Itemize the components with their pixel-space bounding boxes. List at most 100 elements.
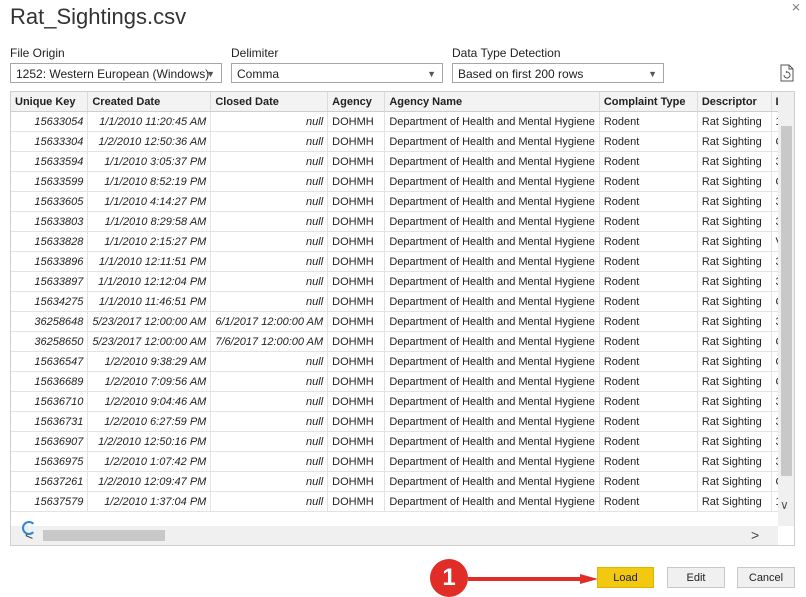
- delimiter-select[interactable]: Comma ▼: [231, 63, 443, 83]
- close-icon[interactable]: ⨯: [791, 0, 805, 14]
- table-cell: Department of Health and Mental Hygiene: [384, 251, 600, 272]
- table-row[interactable]: 15636689 1/2/2010 7:09:56 AM null DOHMH Depa…: [11, 371, 794, 392]
- horizontal-scroll-thumb[interactable]: [43, 530, 165, 541]
- table-cell: Department of Health and Mental Hygiene: [384, 111, 600, 132]
- table-row[interactable]: 15633605 1/1/2010 4:14:27 PM null DOHMH Depa…: [11, 191, 794, 212]
- table-cell: 15633594: [11, 151, 89, 172]
- table-cell: 15633054: [11, 111, 89, 132]
- horizontal-scrollbar[interactable]: < >: [11, 526, 778, 545]
- data-type-detection-label: Data Type Detection: [452, 46, 561, 60]
- table-cell: Department of Health and Mental Hygiene: [384, 471, 600, 492]
- table-cell: null: [210, 211, 329, 232]
- table-cell: Rodent: [599, 151, 698, 172]
- table-cell: 1/1/2010 11:20:45 AM: [87, 111, 212, 132]
- table-cell: null: [210, 151, 329, 172]
- table-cell: DOHMH: [327, 151, 386, 172]
- table-cell: 7/6/2017 12:00:00 AM: [210, 331, 329, 352]
- table-cell: Rat Sighting: [697, 191, 772, 212]
- edit-button[interactable]: Edit: [667, 567, 725, 588]
- table-cell: Rodent: [599, 471, 698, 492]
- table-row[interactable]: 15637261 1/2/2010 12:09:47 PM null DOHMH Dep…: [11, 471, 794, 492]
- vertical-scroll-thumb[interactable]: [781, 126, 792, 476]
- table-cell: Rat Sighting: [697, 311, 772, 332]
- table-row[interactable]: 15633828 1/1/2010 2:15:27 PM null DOHMH Depa…: [11, 231, 794, 252]
- column-header[interactable]: Closed Date: [210, 92, 329, 112]
- table-cell: Rat Sighting: [697, 451, 772, 472]
- table-cell: Rat Sighting: [697, 171, 772, 192]
- table-cell: Rat Sighting: [697, 371, 772, 392]
- table-row[interactable]: 15633054 1/1/2010 11:20:45 AM null DOHMH Dep…: [11, 111, 794, 132]
- file-origin-value: 1252: Western European (Windows): [16, 67, 210, 81]
- column-header[interactable]: Unique Key: [11, 92, 89, 112]
- table-row[interactable]: 15637579 1/2/2010 1:37:04 PM null DOHMH Depa…: [11, 491, 794, 512]
- column-header[interactable]: Agency Name: [384, 92, 600, 112]
- column-header[interactable]: Descriptor: [697, 92, 772, 112]
- table-cell: DOHMH: [327, 471, 386, 492]
- table-row[interactable]: 15636547 1/2/2010 9:38:29 AM null DOHMH Depa…: [11, 351, 794, 372]
- table-cell: Rodent: [599, 251, 698, 272]
- table-row[interactable]: 15636907 1/2/2010 12:50:16 PM null DOHMH Dep…: [11, 431, 794, 452]
- document-refresh-icon[interactable]: [779, 64, 795, 82]
- scroll-down-icon[interactable]: ∨: [780, 498, 789, 512]
- table-cell: Department of Health and Mental Hygiene: [384, 391, 600, 412]
- table-cell: null: [210, 491, 329, 512]
- table-row[interactable]: 15633594 1/1/2010 3:05:37 PM null DOHMH Depa…: [11, 151, 794, 172]
- cancel-button[interactable]: Cancel: [737, 567, 795, 588]
- table-cell: 1/1/2010 12:11:51 PM: [87, 251, 212, 272]
- column-header[interactable]: Agency: [327, 92, 386, 112]
- table-cell: null: [210, 351, 329, 372]
- table-cell: Rodent: [599, 391, 698, 412]
- table-row[interactable]: 36258648 5/23/2017 12:00:00 AM 6/1/2017 12…: [11, 311, 794, 332]
- table-cell: 15636689: [11, 371, 89, 392]
- table-cell: 1/2/2010 12:50:36 AM: [87, 131, 212, 152]
- delimiter-value: Comma: [237, 67, 280, 81]
- table-cell: Rat Sighting: [697, 391, 772, 412]
- table-row[interactable]: 15633896 1/1/2010 12:11:51 PM null DOHMH Dep…: [11, 251, 794, 272]
- table-cell: DOHMH: [327, 371, 386, 392]
- column-header[interactable]: Created Date: [87, 92, 212, 112]
- vertical-scrollbar[interactable]: ∨: [778, 92, 794, 526]
- table-row[interactable]: 15636710 1/2/2010 9:04:46 AM null DOHMH Depa…: [11, 391, 794, 412]
- table-cell: null: [210, 371, 329, 392]
- table-cell: 1/1/2010 4:14:27 PM: [87, 191, 212, 212]
- table-cell: Department of Health and Mental Hygiene: [384, 271, 600, 292]
- table-cell: 6/1/2017 12:00:00 AM: [210, 311, 329, 332]
- table-cell: Department of Health and Mental Hygiene: [384, 211, 600, 232]
- table-cell: null: [210, 231, 329, 252]
- table-cell: DOHMH: [327, 391, 386, 412]
- table-cell: Rodent: [599, 291, 698, 312]
- table-cell: 1/1/2010 12:12:04 PM: [87, 271, 212, 292]
- column-header[interactable]: Complaint Type: [599, 92, 698, 112]
- table-cell: null: [210, 131, 329, 152]
- table-cell: Rat Sighting: [697, 471, 772, 492]
- table-row[interactable]: 15636731 1/2/2010 6:27:59 PM null DOHMH Depa…: [11, 411, 794, 432]
- table-row[interactable]: 15633897 1/1/2010 12:12:04 PM null DOHMH Dep…: [11, 271, 794, 292]
- data-type-detection-select[interactable]: Based on first 200 rows ▼: [452, 63, 664, 83]
- data-preview-grid[interactable]: Unique Key Created Date Closed Date Agen…: [10, 91, 795, 546]
- table-row[interactable]: 15633304 1/2/2010 12:50:36 AM null DOHMH Dep…: [11, 131, 794, 152]
- table-cell: 36258650: [11, 331, 89, 352]
- table-row[interactable]: 36258650 5/23/2017 12:00:00 AM 7/6/2017 12…: [11, 331, 794, 352]
- table-row[interactable]: 15636975 1/2/2010 1:07:42 PM null DOHMH Depa…: [11, 451, 794, 472]
- table-cell: 15636907: [11, 431, 89, 452]
- table-cell: Rodent: [599, 191, 698, 212]
- table-cell: 15633803: [11, 211, 89, 232]
- file-origin-select[interactable]: 1252: Western European (Windows) ▼: [10, 63, 222, 83]
- table-row[interactable]: 15634275 1/1/2010 11:46:51 PM null DOHMH Dep…: [11, 291, 794, 312]
- table-row[interactable]: 15633599 1/1/2010 8:52:19 PM null DOHMH Depa…: [11, 171, 794, 192]
- table-cell: Department of Health and Mental Hygiene: [384, 351, 600, 372]
- table-header-row: Unique Key Created Date Closed Date Agen…: [11, 92, 794, 112]
- table-cell: Rodent: [599, 231, 698, 252]
- table-cell: Rat Sighting: [697, 211, 772, 232]
- data-type-detection-value: Based on first 200 rows: [458, 67, 584, 81]
- table-row[interactable]: 15633803 1/1/2010 8:29:58 AM null DOHMH Depa…: [11, 211, 794, 232]
- table-cell: Rodent: [599, 311, 698, 332]
- chevron-down-icon: ▼: [427, 69, 436, 79]
- table-cell: DOHMH: [327, 451, 386, 472]
- table-cell: Rat Sighting: [697, 251, 772, 272]
- load-button[interactable]: Load: [597, 567, 654, 588]
- table-cell: Rodent: [599, 271, 698, 292]
- scroll-right-icon[interactable]: >: [751, 527, 759, 543]
- table-cell: 1/2/2010 9:38:29 AM: [87, 351, 212, 372]
- table-cell: Rat Sighting: [697, 491, 772, 512]
